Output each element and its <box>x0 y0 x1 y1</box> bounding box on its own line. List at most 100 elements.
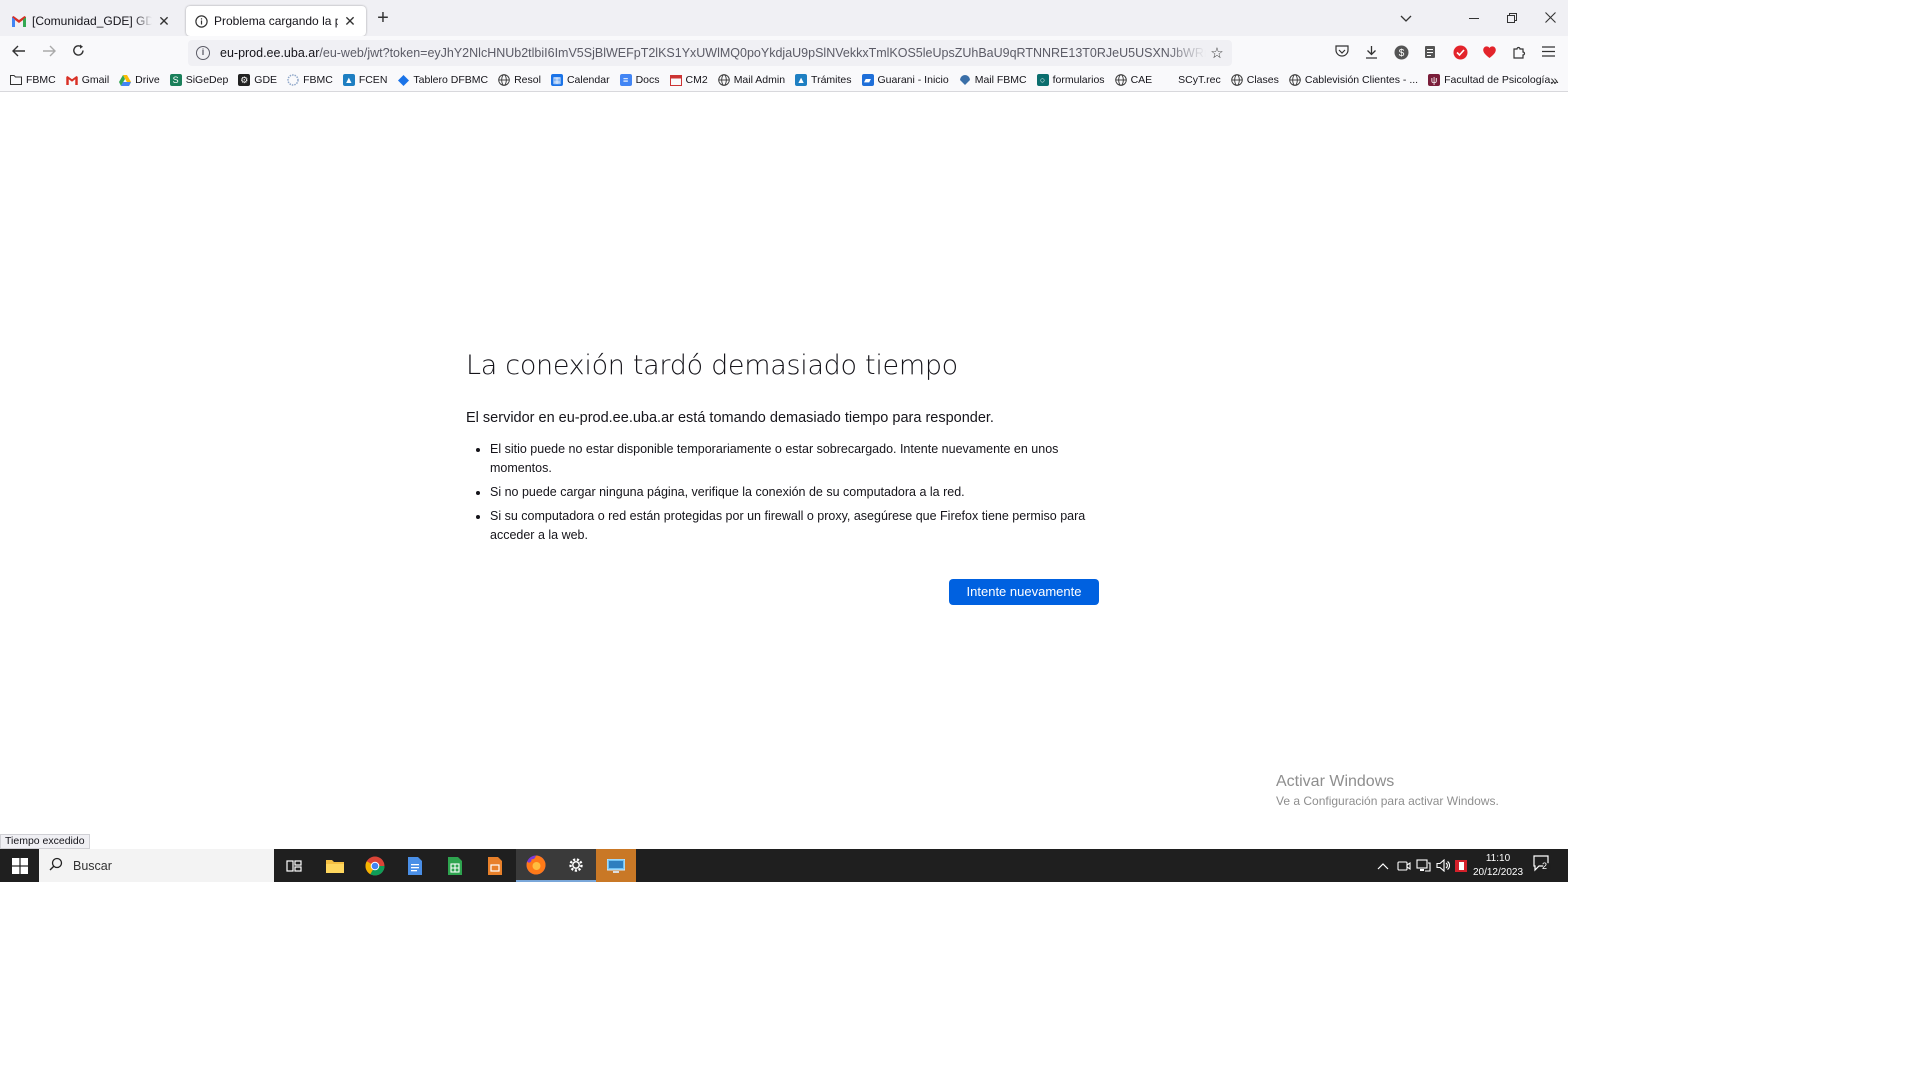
taskbar-spreadsheet[interactable] <box>435 849 475 882</box>
pocket-icon[interactable] <box>1334 45 1350 61</box>
remote-desktop-icon <box>607 858 625 873</box>
forward-button[interactable] <box>38 42 60 64</box>
taskbar-firefox[interactable] <box>516 849 556 882</box>
navigation-toolbar: i eu-prod.ee.uba.ar/eu-web/jwt?token=eyJ… <box>0 36 1568 69</box>
activate-windows-watermark: Activar Windows Ve a Configuración para … <box>1276 773 1499 808</box>
close-window-button[interactable] <box>1540 8 1560 28</box>
extension-red-check-icon[interactable] <box>1452 45 1468 61</box>
tab-title: Problema cargando la página <box>214 14 338 28</box>
bookmark-label: Guarani - Inicio <box>877 74 949 86</box>
url-text[interactable]: eu-prod.ee.uba.ar/eu-web/jwt?token=eyJhY… <box>220 46 1206 60</box>
back-button[interactable] <box>8 42 30 64</box>
bookmark-label: Drive <box>135 74 160 86</box>
bookmark-item[interactable]: CAE <box>1114 74 1152 86</box>
bookmark-label: formularios <box>1052 74 1105 86</box>
language-flag-icon[interactable] <box>1455 849 1467 882</box>
taskbar-remote-app[interactable] <box>596 849 636 882</box>
globe-icon <box>1230 74 1243 86</box>
tab-error-page[interactable]: Problema cargando la página ✕ <box>186 6 366 36</box>
task-view-button[interactable] <box>274 849 314 882</box>
restore-button[interactable] <box>1502 8 1522 28</box>
globe-icon <box>498 74 510 86</box>
tab-gmail[interactable]: [Comunidad_GDE] GDE Caído? ✕ <box>4 6 180 36</box>
extensions-puzzle-icon[interactable] <box>1511 45 1527 61</box>
bookmark-item[interactable]: Mail FBMC <box>959 74 1027 86</box>
close-icon[interactable]: ✕ <box>156 13 172 29</box>
gear-icon <box>569 857 583 872</box>
firefox-icon <box>526 854 546 874</box>
tray-chevron-up-icon[interactable] <box>1377 849 1389 882</box>
bookmark-item[interactable]: ⚙ GDE <box>238 74 277 86</box>
bookmark-item[interactable]: ≡ Docs <box>619 74 660 86</box>
extension-notes-icon[interactable] <box>1422 45 1438 61</box>
taskbar-word-doc[interactable] <box>395 849 435 882</box>
download-icon[interactable] <box>1363 45 1379 61</box>
notification-center-button[interactable]: 2 <box>1532 855 1552 875</box>
list-all-tabs-icon[interactable] <box>1396 8 1416 28</box>
folder-icon <box>326 859 344 873</box>
notification-count: 2 <box>1542 861 1548 871</box>
taskbar-chrome[interactable] <box>355 849 395 882</box>
reload-button[interactable] <box>67 42 89 64</box>
bookmark-label: FBMC <box>303 74 333 86</box>
bookmark-item[interactable]: ▦ Calendar <box>550 74 610 86</box>
bookmark-item[interactable]: FBMC <box>287 74 333 86</box>
svg-text:$: $ <box>1398 48 1404 59</box>
fbmc-icon <box>287 74 299 86</box>
guarani-icon: ▰ <box>861 74 874 86</box>
bookmark-item[interactable]: Tablero DFBMC <box>397 74 488 86</box>
site-info-icon[interactable]: i <box>196 46 210 60</box>
bookmark-item[interactable]: CM2 <box>669 74 708 86</box>
bookmark-item[interactable]: Mail Admin <box>717 74 785 86</box>
bookmark-item[interactable]: ▲ FCEN <box>342 74 388 86</box>
bookmark-label: FCEN <box>358 74 388 86</box>
bookmark-item[interactable]: ▲ Trámites <box>795 74 852 86</box>
taskbar-presentation[interactable] <box>475 849 515 882</box>
minimize-button[interactable] <box>1464 8 1484 28</box>
taskbar-search-box[interactable]: Buscar <box>39 849 274 882</box>
url-bar[interactable]: i eu-prod.ee.uba.ar/eu-web/jwt?token=eyJ… <box>188 40 1232 66</box>
new-tab-button[interactable]: + <box>373 8 393 28</box>
bookmark-item[interactable]: SCyT.rec <box>1162 74 1221 86</box>
meet-now-icon[interactable] <box>1397 849 1411 882</box>
close-icon[interactable]: ✕ <box>342 13 358 29</box>
bookmark-item[interactable]: Cablevisión Clientes - ... <box>1289 74 1418 86</box>
taskbar-settings[interactable] <box>556 849 596 882</box>
bookmark-item[interactable]: Drive <box>119 74 160 86</box>
bookmark-label: SiGeDep <box>185 74 229 86</box>
sigedep-icon: S <box>169 74 182 86</box>
tramites-icon: ▲ <box>795 74 808 86</box>
bookmark-label: Docs <box>635 74 660 86</box>
system-clock[interactable]: 11:10 20/12/2023 <box>1470 852 1526 880</box>
menu-hamburger-icon[interactable] <box>1540 45 1556 61</box>
list-item: Si su computadora o red están protegidas… <box>490 507 1106 545</box>
gde-icon: ⚙ <box>238 74 251 86</box>
tab-strip: [Comunidad_GDE] GDE Caído? ✕ Problema ca… <box>0 0 1568 36</box>
mail-icon <box>959 74 971 86</box>
extension-heart-icon[interactable] <box>1481 45 1497 61</box>
try-again-button[interactable]: Intente nuevamente <box>949 579 1099 605</box>
bookmarks-overflow-chevron-icon[interactable]: » <box>1550 72 1558 88</box>
bookmark-item[interactable]: ○ formularios <box>1036 74 1105 86</box>
taskbar-file-explorer[interactable] <box>315 849 355 882</box>
globe-icon <box>717 74 730 86</box>
forms-icon: ○ <box>1036 74 1049 86</box>
bookmark-item[interactable]: ψ Facultad de Psicología... <box>1428 74 1559 86</box>
network-icon[interactable] <box>1416 849 1431 882</box>
bookmark-item[interactable]: S SiGeDep <box>169 74 229 86</box>
calendar-icon: ▦ <box>550 74 563 86</box>
bookmark-item[interactable]: Gmail <box>66 74 109 86</box>
bookmark-item[interactable]: Resol <box>498 74 541 86</box>
bookmark-item[interactable]: FBMC <box>10 74 56 86</box>
psico-icon: ψ <box>1428 74 1441 86</box>
volume-icon[interactable] <box>1436 849 1450 882</box>
start-button[interactable] <box>0 849 39 882</box>
bookmark-item[interactable]: Clases <box>1230 74 1279 86</box>
url-path: /eu-web/jwt?token=eyJhY2NlcHNUb2tlbiI6Im… <box>319 46 1206 60</box>
windows-logo-icon <box>11 857 28 874</box>
list-item: El sitio puede no estar disponible tempo… <box>490 440 1106 478</box>
extension-dollar-icon[interactable]: $ <box>1393 45 1409 61</box>
bookmark-item[interactable]: ▰ Guarani - Inicio <box>861 74 949 86</box>
watermark-subtitle: Ve a Configuración para activar Windows. <box>1276 794 1499 808</box>
bookmark-star-icon[interactable]: ☆ <box>1206 44 1228 62</box>
